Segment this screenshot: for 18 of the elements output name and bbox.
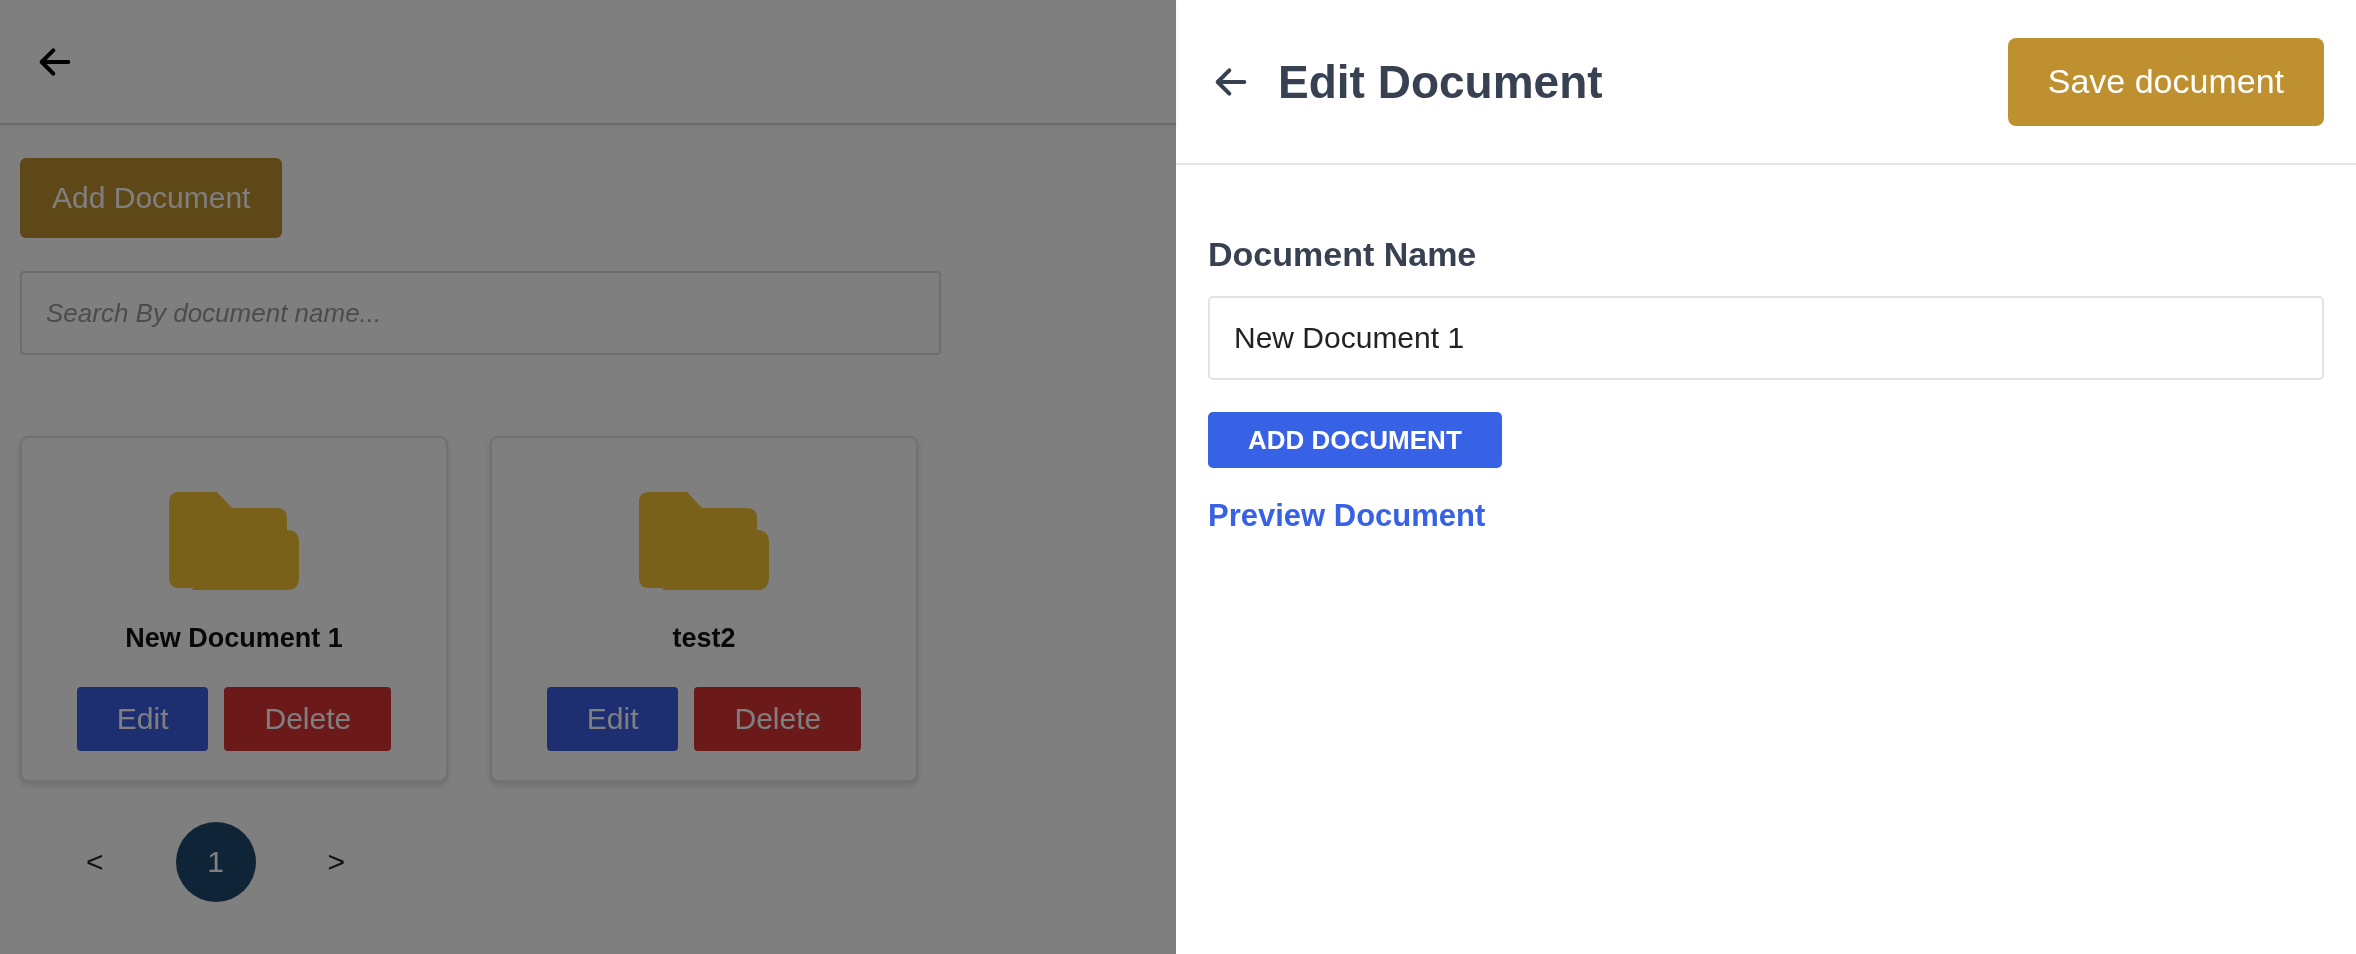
folder-icon (169, 492, 299, 590)
document-name: test2 (672, 623, 736, 654)
folder-icon (639, 492, 769, 590)
previous-page-button[interactable]: < (86, 845, 104, 879)
document-name: New Document 1 (125, 623, 343, 654)
field-label: Document Name (1208, 235, 1477, 274)
delete-button[interactable]: Delete (224, 687, 392, 751)
edit-button[interactable]: Edit (546, 687, 679, 751)
preview-document-link[interactable]: Preview Document (1208, 498, 1486, 534)
delete-button[interactable]: Delete (694, 687, 862, 751)
next-page-button[interactable]: > (327, 845, 346, 879)
edit-button[interactable]: Edit (76, 687, 209, 751)
add-document-button[interactable]: Add Document (20, 158, 283, 238)
document-name-field[interactable]: New Document 1 (1208, 296, 2324, 380)
add-document-button[interactable]: ADD DOCUMENT (1208, 412, 1502, 468)
page-button[interactable]: 1 (175, 822, 256, 902)
save-document-button[interactable]: Save document (2007, 37, 2324, 126)
drawer-title: Edit Document (1278, 54, 1604, 109)
